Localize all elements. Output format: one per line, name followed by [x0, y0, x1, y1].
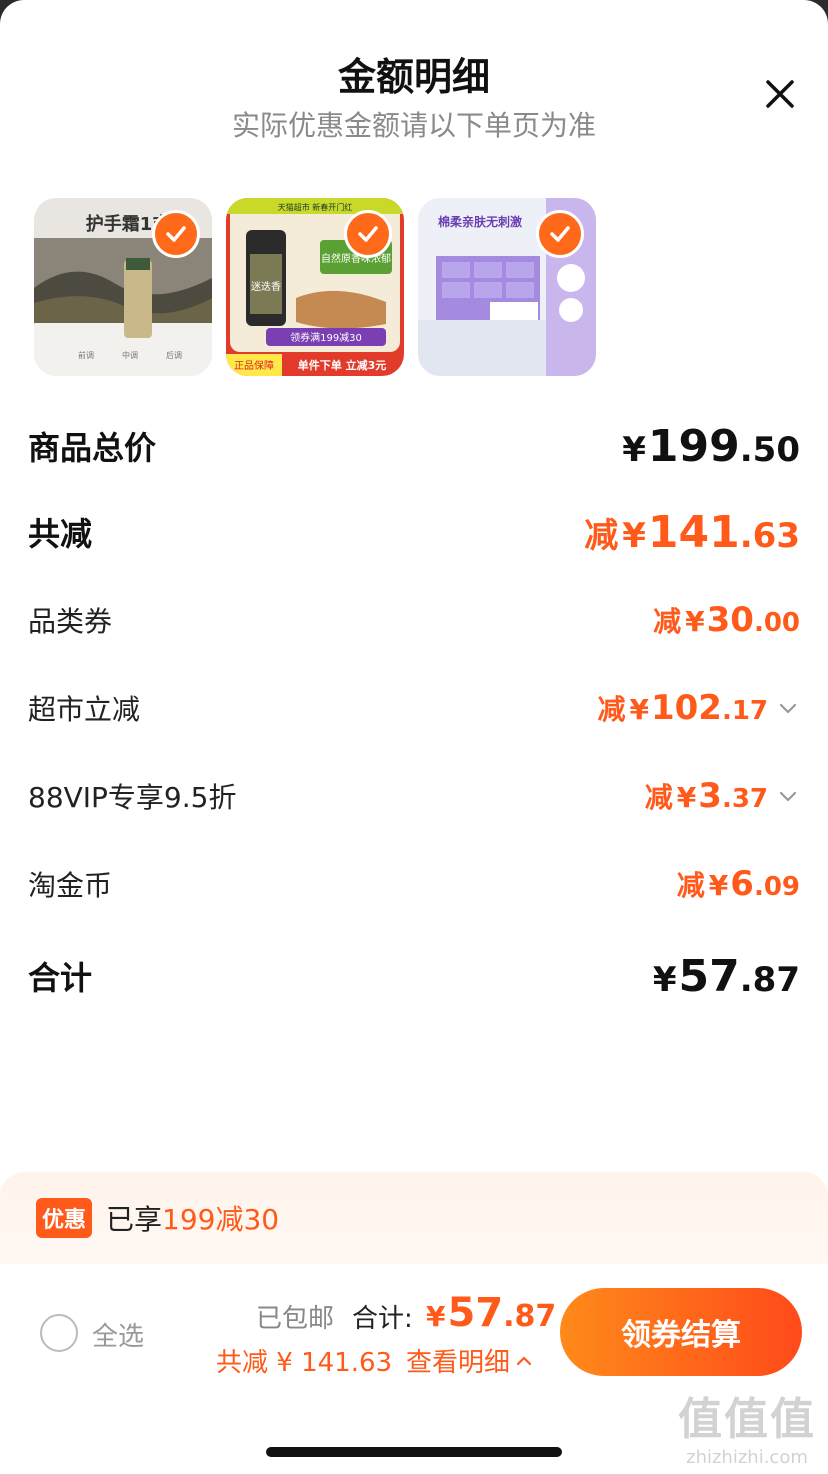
tissues-image-text: 棉柔亲肤无刺激 [438, 214, 522, 229]
discount-label: 88VIP专享9.5折 [28, 781, 237, 814]
sheet-title: 金额明细 [337, 55, 490, 99]
sheet-subtitle: 实际优惠金额请以下单页为准 [231, 109, 596, 142]
discount-label: 品类券 [28, 605, 113, 638]
promo-text: 已享199减30 [106, 1198, 279, 1238]
total-discount-label: 共减 [28, 515, 93, 553]
promo-text-highlight: 199减30 [162, 1203, 280, 1236]
svg-text:后调: 后调 [166, 350, 182, 360]
amount-integer: 57 [678, 950, 740, 1002]
checkout-bar: 全选 已包邮 合计: ¥ 57 .87 共减 ¥ 141.63 查看明细 领券结… [0, 1264, 828, 1474]
discount-prefix: 减 [653, 605, 682, 638]
promo-tag: 优惠 [36, 1198, 93, 1238]
watermark: 值值值 zhizhizhi.com [678, 1383, 816, 1468]
saved-summary: 共减 ¥ 141.63 查看明细 [216, 1342, 534, 1379]
amount-decimal: .00 [753, 608, 800, 638]
amount-integer: 199 [647, 420, 740, 472]
view-detail-label: 查看明细 [406, 1348, 511, 1378]
svg-text:前调: 前调 [78, 350, 94, 360]
amount-integer: 6 [730, 864, 754, 904]
total-label: 合计: [352, 1304, 413, 1334]
product-thumb-hand-cream[interactable]: 护手霜1支 前调 中调 后调 [34, 198, 212, 376]
product-thumb-tissues[interactable]: 棉柔亲肤无刺激 [418, 198, 596, 376]
amount-decimal: .87 [503, 1299, 557, 1334]
amount-integer: 57 [447, 1290, 504, 1336]
checkmark-icon[interactable] [536, 210, 584, 258]
amount-decimal: .17 [721, 696, 768, 726]
currency-symbol: ¥ [426, 1300, 446, 1333]
saved-text: 共减 ¥ 141.63 [216, 1348, 393, 1378]
amount-decimal: .09 [753, 872, 800, 902]
discount-row-category-coupon: 品类券 减 ¥ 30 .00 [28, 598, 800, 642]
total-discount-amount: 减 ¥ 141 .63 [584, 507, 800, 558]
product-thumb-rosemary[interactable]: 天猫超市 新春开门红 迷迭香 自然原香味浓郁 领券满199减30 正品保障 单件… [226, 198, 404, 376]
chevron-down-icon[interactable] [776, 784, 800, 808]
discount-row-supermarket[interactable]: 超市立减 减 ¥ 102 .17 [28, 686, 800, 730]
discount-prefix: 减 [584, 515, 619, 556]
promo-bar: 优惠 已享199减30 [0, 1172, 828, 1264]
shipping-label: 已包邮 [256, 1304, 335, 1334]
discount-amount: 减 ¥ 102 .17 [597, 688, 800, 728]
amount-decimal: .63 [739, 515, 800, 556]
watermark-logo: 值值值 [678, 1394, 816, 1445]
chevron-up-icon [516, 1356, 532, 1365]
currency-symbol: ¥ [622, 515, 646, 556]
subtotal-amount: ¥ 57 .87 [653, 951, 800, 1002]
currency-symbol: ¥ [676, 781, 697, 814]
checkout-button[interactable]: 领券结算 [560, 1288, 802, 1376]
rosemary-product-text: 迷迭香 [251, 281, 281, 293]
subtotal-label: 合计 [28, 959, 93, 997]
select-all-label[interactable]: 全选 [92, 1316, 144, 1353]
discount-label: 超市立减 [28, 693, 141, 726]
checkmark-icon[interactable] [152, 210, 200, 258]
svg-text:中调: 中调 [122, 350, 138, 360]
discount-label: 淘金币 [28, 869, 113, 902]
discount-prefix: 减 [676, 869, 705, 902]
chevron-down-icon[interactable] [776, 696, 800, 720]
currency-symbol: ¥ [629, 693, 649, 726]
amount-decimal: .50 [739, 429, 800, 470]
amount-decimal: .87 [739, 959, 800, 1000]
discount-amount: 减 ¥ 3 .37 [645, 776, 800, 816]
rosemary-coupon-text: 领券满199减30 [290, 331, 362, 344]
amount-integer: 102 [650, 688, 722, 728]
goods-total-row: 商品总价 ¥ 199 .50 [28, 420, 800, 472]
select-all-radio[interactable] [40, 1314, 78, 1352]
home-indicator [266, 1447, 562, 1457]
discount-row-88vip[interactable]: 88VIP专享9.5折 减 ¥ 3 .37 [28, 774, 800, 818]
discount-prefix: 减 [597, 693, 626, 726]
goods-total-label: 商品总价 [28, 429, 157, 467]
discount-prefix: 减 [644, 781, 673, 814]
promo-text-prefix: 已享 [106, 1203, 163, 1236]
checkmark-icon[interactable] [344, 210, 392, 258]
amount-integer: 30 [706, 600, 754, 640]
amount-decimal: .37 [721, 784, 768, 814]
rosemary-top-text: 天猫超市 新春开门红 [278, 202, 353, 212]
rosemary-bottom-text: 单件下单 立减3元 [298, 358, 386, 372]
currency-symbol: ¥ [708, 869, 729, 902]
total-discount-row: 共减 减 ¥ 141 .63 [28, 506, 800, 558]
view-detail-link[interactable]: 查看明细 [406, 1342, 534, 1379]
total-amount: ¥ 57 .87 [426, 1290, 556, 1336]
discount-amount: 减 ¥ 30 .00 [653, 600, 800, 640]
amount-integer: 141 [647, 506, 740, 558]
goods-total-amount: ¥ 199 .50 [622, 421, 800, 472]
rosemary-badge-text: 正品保障 [234, 359, 274, 372]
close-icon[interactable] [756, 70, 804, 118]
product-thumbnails: 护手霜1支 前调 中调 后调 天猫超市 新春开门红 迷迭香 自然原香味浓郁 领券… [34, 198, 596, 376]
currency-symbol: ¥ [622, 429, 646, 470]
currency-symbol: ¥ [652, 959, 677, 1000]
watermark-url: zhizhizhi.com [686, 1447, 808, 1468]
amount-integer: 3 [698, 776, 722, 816]
amount-detail-sheet: 金额明细 实际优惠金额请以下单页为准 护手霜1支 前调 中调 后调 天猫超市 新… [0, 0, 828, 1474]
discount-amount: 减 ¥ 6 .09 [677, 864, 800, 904]
subtotal-row: 合计 ¥ 57 .87 [28, 950, 800, 1002]
currency-symbol: ¥ [685, 605, 705, 638]
discount-row-taojinbi: 淘金币 减 ¥ 6 .09 [28, 862, 800, 906]
